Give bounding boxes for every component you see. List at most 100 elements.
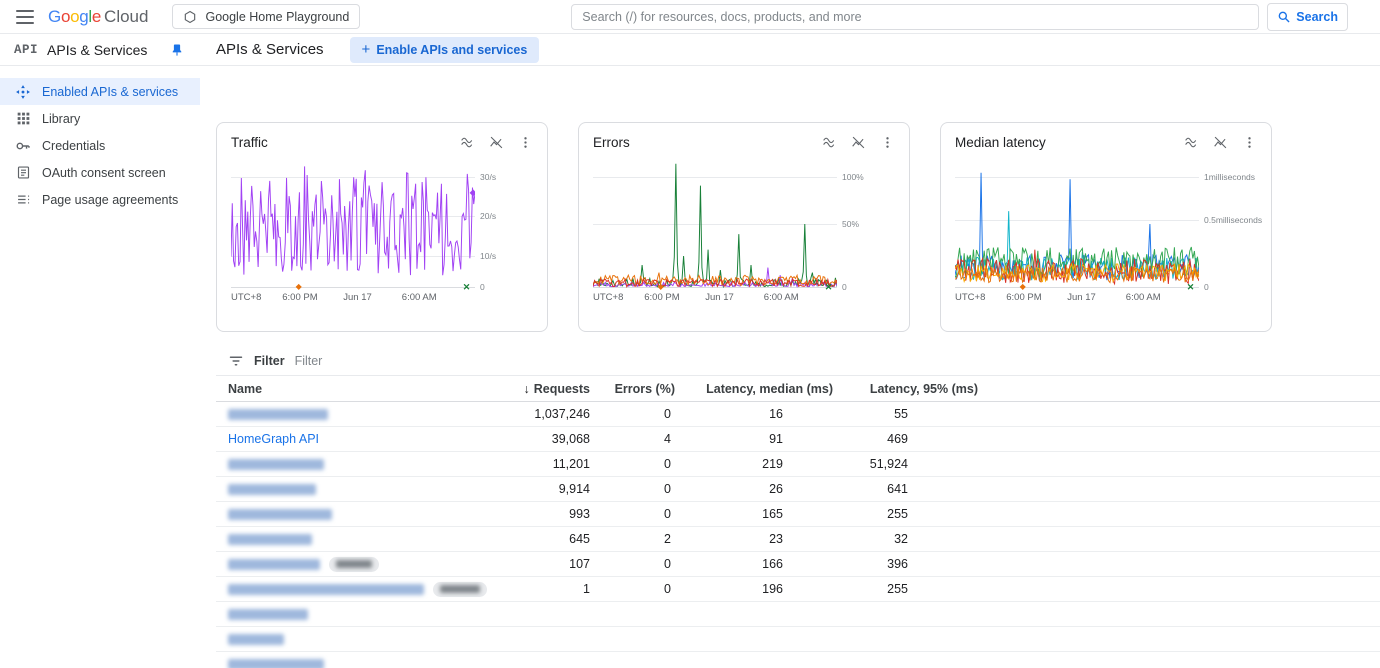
- sidebar-item-label: Enabled APIs & services: [42, 85, 178, 99]
- sidebar-item-page-usage-agreements[interactable]: Page usage agreements: [0, 186, 200, 213]
- project-icon: [183, 10, 197, 24]
- cell-latency-95: 255: [833, 507, 978, 521]
- cell-name: [228, 459, 520, 470]
- chart-plot: 100%50%◆✕0UTC+86:00 PMJun 176:00 AM: [593, 160, 837, 288]
- column-header-requests[interactable]: ↓ Requests: [520, 382, 590, 396]
- cell-latency-95: 32: [833, 532, 978, 546]
- chart-off-icon[interactable]: [851, 135, 866, 150]
- y-axis-label: 0.5milliseconds: [1204, 215, 1262, 225]
- sidebar-item-label: Credentials: [42, 139, 105, 153]
- cell-errors: 0: [590, 557, 675, 571]
- page-header: APIs & Services + Enable APIs and servic…: [200, 37, 1380, 63]
- sidebar-item-library[interactable]: Library: [0, 105, 200, 132]
- y-axis-label: 20/s: [480, 211, 496, 221]
- cell-name: [228, 557, 520, 572]
- chart-canvas: [231, 160, 475, 288]
- sidebar-item-enabled-apis-services[interactable]: Enabled APIs & services: [0, 78, 200, 105]
- cell-latency-95: 396: [833, 557, 978, 571]
- charts-row: Traffic30/s20/s10/s◆✕0UTC+86:00 PMJun 17…: [216, 122, 1380, 332]
- more-options-icon[interactable]: [518, 135, 533, 150]
- column-header-errors[interactable]: Errors (%): [590, 382, 675, 396]
- redacted-api-name[interactable]: [228, 509, 332, 520]
- enable-apis-button[interactable]: + Enable APIs and services: [350, 37, 540, 63]
- redacted-api-name[interactable]: [228, 409, 328, 420]
- table-row: [216, 627, 1380, 652]
- redacted-badge-text: [440, 585, 480, 593]
- cell-latency-95: 641: [833, 482, 978, 496]
- cell-latency-median: 91: [675, 432, 833, 446]
- chart-card-actions: [460, 135, 533, 150]
- search-button[interactable]: Search: [1267, 3, 1348, 31]
- filter-input[interactable]: [295, 354, 1380, 368]
- cell-latency-95: 469: [833, 432, 978, 446]
- search-area: Search: [571, 3, 1348, 31]
- more-options-icon[interactable]: [880, 135, 895, 150]
- sidebar-item-oauth-consent-screen[interactable]: OAuth consent screen: [0, 159, 200, 186]
- series-errors-purple: [593, 268, 837, 287]
- table-row: 10196255: [216, 577, 1380, 602]
- x-axis-label: 6:00 AM: [764, 292, 799, 303]
- more-options-icon[interactable]: [1242, 135, 1257, 150]
- filter-bar[interactable]: Filter: [216, 346, 1380, 376]
- cell-latency-95: 51,924: [833, 457, 978, 471]
- oauth-icon: [15, 165, 31, 180]
- x-axis-label: Jun 17: [343, 292, 372, 303]
- google-cloud-logo[interactable]: Google Cloud: [48, 7, 148, 27]
- column-header-name[interactable]: Name: [228, 382, 520, 396]
- redacted-api-name[interactable]: [228, 559, 320, 570]
- x-axis-label: 6:00 PM: [644, 292, 679, 303]
- legend-toggle-icon[interactable]: [822, 135, 837, 150]
- api-name-link[interactable]: HomeGraph API: [228, 432, 319, 446]
- chart-card-actions: [1184, 135, 1257, 150]
- cell-errors: 0: [590, 507, 675, 521]
- menu-icon[interactable]: [16, 10, 34, 24]
- y-axis-label: 50%: [842, 219, 859, 229]
- table-row: [216, 652, 1380, 668]
- chart-off-icon[interactable]: [489, 135, 504, 150]
- chart-card-median-latency: Median latency1milliseconds0.5millisecon…: [940, 122, 1272, 332]
- column-header-latency-95[interactable]: Latency, 95% (ms): [833, 382, 978, 396]
- y-axis-label: 1milliseconds: [1204, 172, 1255, 182]
- chart-card-errors: Errors100%50%◆✕0UTC+86:00 PMJun 176:00 A…: [578, 122, 910, 332]
- x-axis-label: 6:00 AM: [402, 292, 437, 303]
- incident-diamond-marker: ◆: [1020, 283, 1026, 291]
- redacted-api-name[interactable]: [228, 609, 308, 620]
- legend-toggle-icon[interactable]: [1184, 135, 1199, 150]
- sidebar-item-label: OAuth consent screen: [42, 166, 166, 180]
- cell-requests: 107: [520, 557, 590, 571]
- incident-diamond-marker: ◆: [296, 283, 302, 291]
- redacted-api-name[interactable]: [228, 459, 324, 470]
- redacted-api-name[interactable]: [228, 659, 324, 668]
- redacted-api-name[interactable]: [228, 484, 316, 495]
- x-axis-label: UTC+8: [593, 292, 623, 303]
- enable-apis-label: Enable APIs and services: [376, 43, 527, 57]
- project-selector[interactable]: Google Home Playground: [172, 4, 360, 29]
- chart-plot: 1milliseconds0.5milliseconds◆✕0UTC+86:00…: [955, 160, 1199, 288]
- legend-toggle-icon[interactable]: [460, 135, 475, 150]
- cell-requests: 993: [520, 507, 590, 521]
- credentials-icon: [15, 138, 31, 154]
- cell-latency-95: 55: [833, 407, 978, 421]
- chart-canvas: [593, 160, 837, 288]
- redacted-api-name[interactable]: [228, 634, 284, 645]
- column-header-latency-median[interactable]: Latency, median (ms): [675, 382, 833, 396]
- y-axis-label: 10/s: [480, 251, 496, 261]
- table-row: 1070166396: [216, 552, 1380, 577]
- redacted-api-name[interactable]: [228, 584, 424, 595]
- chart-title: Traffic: [231, 135, 268, 150]
- table-row: HomeGraph API39,068491469: [216, 427, 1380, 452]
- series-end-marker: [470, 189, 475, 196]
- redacted-api-name[interactable]: [228, 534, 312, 545]
- cell-name: [228, 634, 520, 645]
- chart-card-traffic: Traffic30/s20/s10/s◆✕0UTC+86:00 PMJun 17…: [216, 122, 548, 332]
- x-axis-label: UTC+8: [231, 292, 261, 303]
- sidebar-item-credentials[interactable]: Credentials: [0, 132, 200, 159]
- topbar: Google Cloud Google Home Playground Sear…: [0, 0, 1380, 34]
- cell-latency-median: 219: [675, 457, 833, 471]
- search-input[interactable]: [571, 4, 1259, 30]
- content-shell: Enabled APIs & services Library Credential…: [0, 66, 1380, 668]
- api-table-body: 1,037,24601655HomeGraph API39,0684914691…: [216, 402, 1380, 668]
- chart-off-icon[interactable]: [1213, 135, 1228, 150]
- pin-icon[interactable]: [170, 43, 184, 57]
- chart-canvas: [955, 160, 1199, 288]
